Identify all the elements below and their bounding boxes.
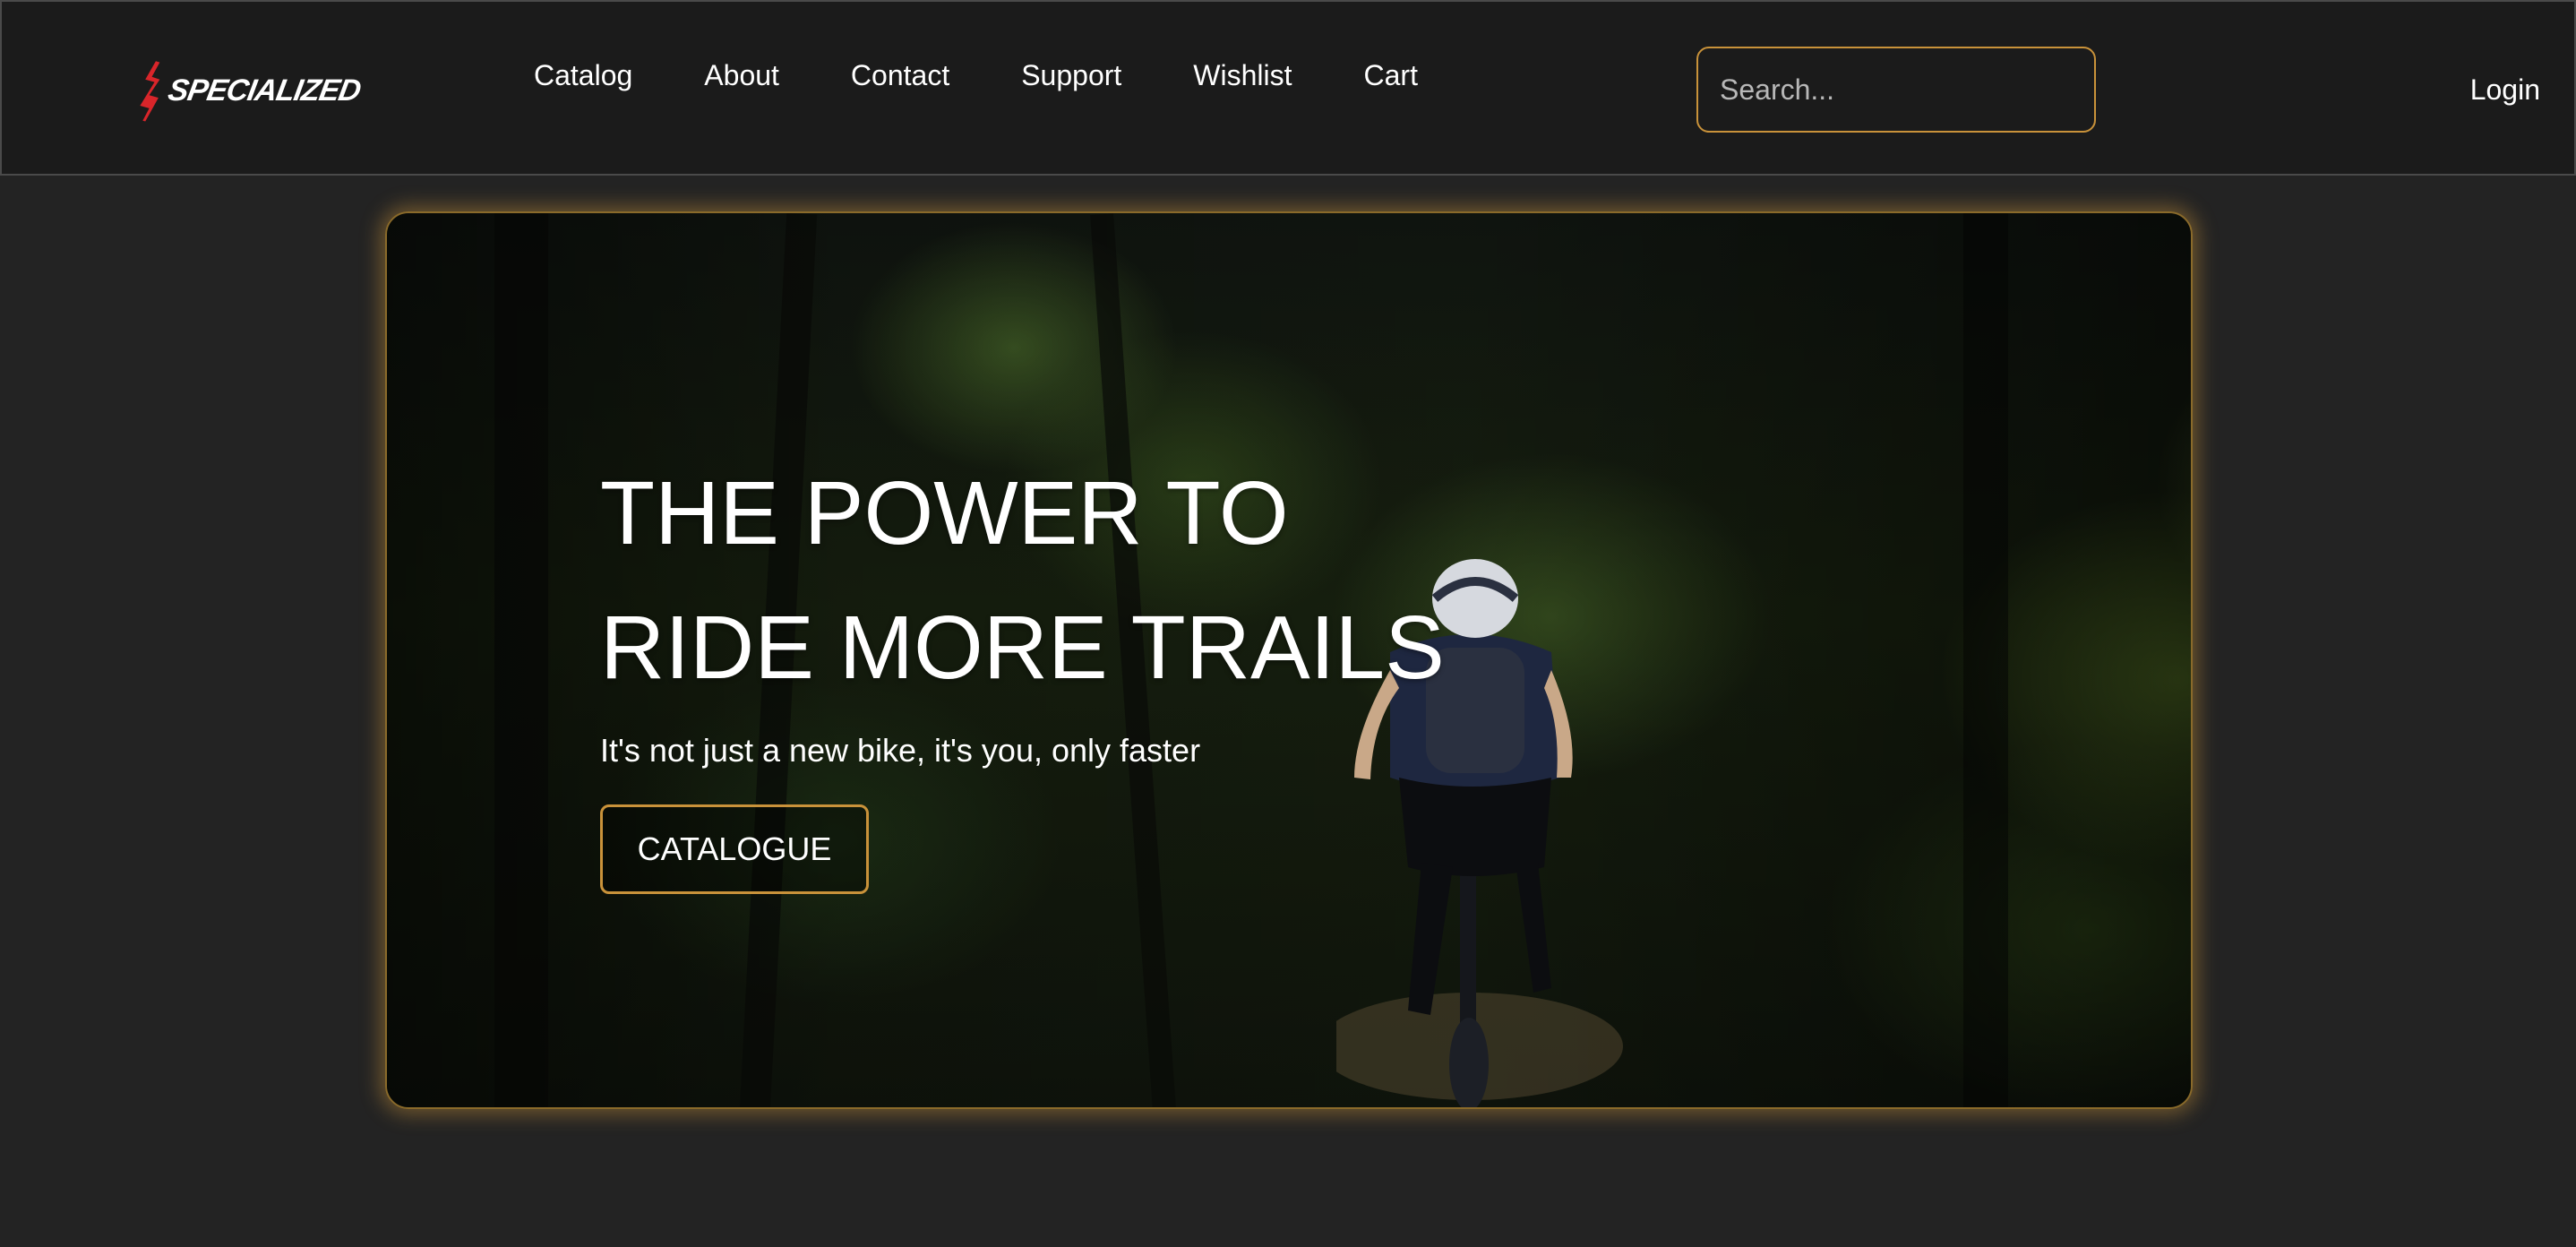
hero-title-line-1: THE POWER TO xyxy=(600,463,1289,563)
search-box xyxy=(1696,47,2096,133)
brand-logo[interactable]: SPECIALIZED xyxy=(136,48,363,133)
search-input[interactable] xyxy=(1698,48,2096,131)
nav-link-about[interactable]: About xyxy=(704,57,779,93)
brand-name: SPECIALIZED xyxy=(165,73,364,108)
catalogue-button[interactable]: CATALOGUE xyxy=(600,804,869,894)
hero-title: THE POWER TO RIDE MORE TRAILS xyxy=(600,446,1445,715)
nav-link-cart[interactable]: Cart xyxy=(1364,57,1418,93)
nav-link-support[interactable]: Support xyxy=(1021,57,1121,93)
nav-link-catalog[interactable]: Catalog xyxy=(534,57,632,93)
hero-banner: THE POWER TO RIDE MORE TRAILS It's not j… xyxy=(385,211,2193,1109)
hero-title-line-2: RIDE MORE TRAILS xyxy=(600,598,1445,698)
hero-subtitle: It's not just a new bike, it's you, only… xyxy=(600,732,1201,769)
login-link[interactable]: Login xyxy=(2470,72,2540,108)
nav-link-contact[interactable]: Contact xyxy=(851,57,949,93)
specialized-s-logo-icon xyxy=(140,61,160,122)
nav-link-wishlist[interactable]: Wishlist xyxy=(1193,57,1292,93)
main-nav: Catalog About Contact Support Wishlist C… xyxy=(534,57,1490,93)
top-navbar: SPECIALIZED Catalog About Contact Suppor… xyxy=(0,0,2576,176)
